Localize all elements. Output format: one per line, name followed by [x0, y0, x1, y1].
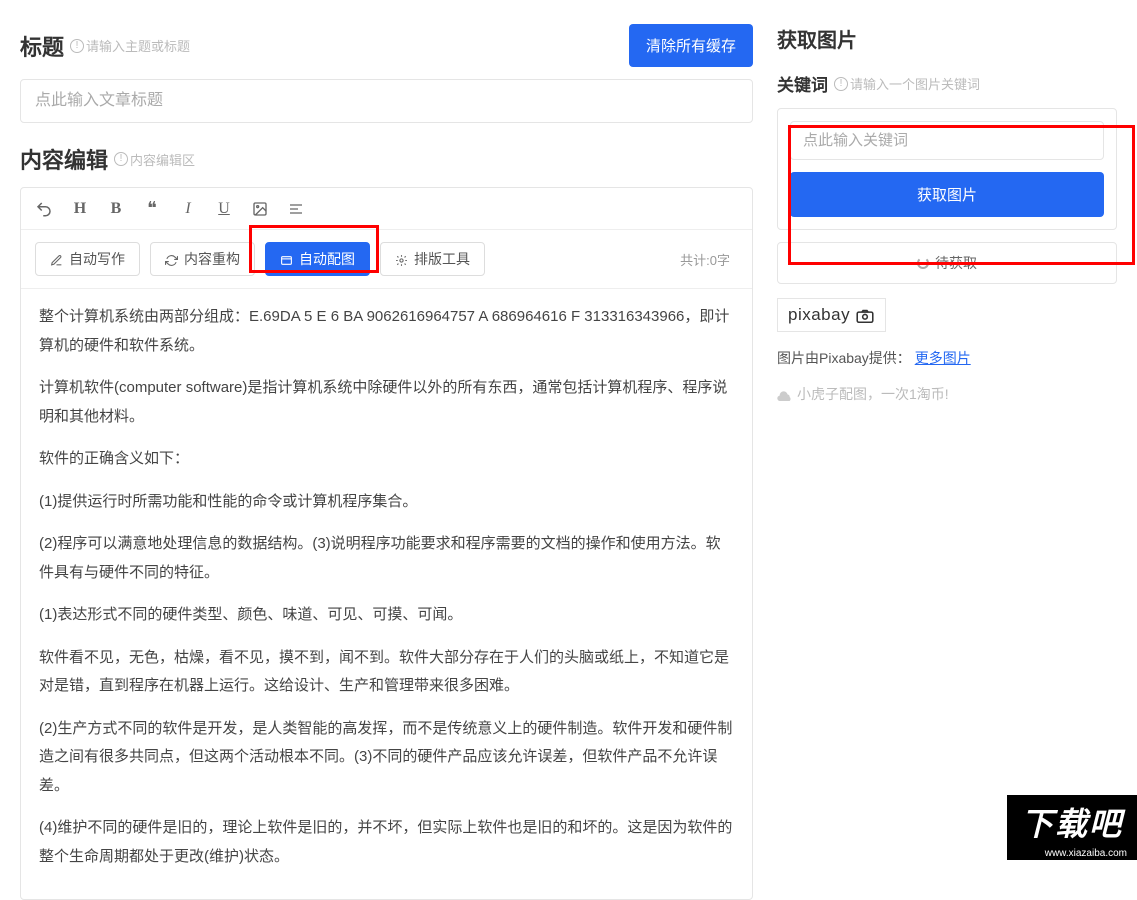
camera-icon: [855, 307, 875, 324]
image-panel-header: 获取图片: [777, 24, 1117, 53]
pixabay-badge: pixabay: [777, 298, 886, 332]
keyword-box: 获取图片: [777, 108, 1117, 230]
editor-content[interactable]: 整个计算机系统由两部分组成：E.69DA 5 E 6 BA 9062616964…: [21, 289, 752, 899]
keyword-label: 关键词: [777, 71, 828, 96]
restructure-label: 内容重构: [184, 249, 240, 269]
underline-icon[interactable]: U: [215, 200, 233, 218]
keyword-hint: 请输入一个图片关键词: [850, 74, 980, 93]
note-line: 小虎子配图，一次1淘币!: [777, 384, 1117, 404]
auto-write-label: 自动写作: [69, 249, 125, 269]
paragraph: 整个计算机系统由两部分组成：E.69DA 5 E 6 BA 9062616964…: [39, 303, 734, 360]
pending-label: 待获取: [935, 253, 977, 273]
editor-section-header: 内容编辑 ! 内容编辑区: [20, 143, 753, 175]
spinner-icon: [917, 257, 929, 269]
action-toolbar: 自动写作 内容重构 自动配图: [21, 230, 752, 289]
paragraph: (2)程序可以满意地处理信息的数据结构。(3)说明程序功能要求和程序需要的文档的…: [39, 530, 734, 587]
keyword-header: 关键词 ! 请输入一个图片关键词: [777, 71, 1117, 96]
title-label: 标题: [20, 30, 64, 62]
restructure-button[interactable]: 内容重构: [150, 242, 255, 276]
info-icon: !: [834, 77, 848, 91]
paragraph: 计算机软件(computer software)是指计算机系统中除硬件以外的所有…: [39, 374, 734, 431]
watermark-text: 下载吧: [1007, 795, 1137, 847]
main-column: 标题 ! 请输入主题或标题 清除所有缓存 内容编辑 ! 内容编辑区 H B ❝ …: [20, 24, 753, 900]
format-toolbar: H B ❝ I U: [21, 188, 752, 230]
keyword-input[interactable]: [790, 121, 1104, 160]
paragraph: 软件的正确含义如下：: [39, 445, 734, 474]
credit-line: 图片由Pixabay提供： 更多图片: [777, 348, 1117, 368]
info-icon: !: [114, 152, 128, 166]
italic-icon[interactable]: I: [179, 200, 197, 218]
paragraph: 软件看不见，无色，枯燥，看不见，摸不到，闻不到。软件大部分存在于人们的头脑或纸上…: [39, 644, 734, 701]
editor-hint: 内容编辑区: [130, 150, 195, 169]
watermark: 下载吧 www.xiazaiba.com: [1007, 795, 1137, 860]
paragraph: (4)维护不同的硬件是旧的，理论上软件是旧的，并不坏，但实际上软件也是旧的和坏的…: [39, 814, 734, 871]
layout-tool-label: 排版工具: [414, 249, 470, 269]
note-text: 小虎子配图，一次1淘币!: [797, 384, 949, 404]
clear-cache-button[interactable]: 清除所有缓存: [629, 24, 753, 67]
image-panel: 获取图片 关键词 ! 请输入一个图片关键词 获取图片 待获取 pixabay 图…: [777, 24, 1117, 900]
auto-write-button[interactable]: 自动写作: [35, 242, 140, 276]
refresh-icon: [165, 251, 178, 266]
undo-icon[interactable]: [35, 199, 53, 217]
watermark-url: www.xiazaiba.com: [1007, 847, 1137, 860]
pending-button[interactable]: 待获取: [777, 242, 1117, 284]
more-images-link[interactable]: 更多图片: [915, 350, 971, 366]
quote-icon[interactable]: ❝: [143, 198, 161, 219]
word-count: 共计:0字: [680, 250, 730, 269]
pixabay-text: pixabay: [788, 305, 850, 324]
auto-image-label: 自动配图: [299, 249, 355, 269]
article-title-input[interactable]: [20, 79, 753, 123]
editor-box: H B ❝ I U 自动写作: [20, 187, 753, 900]
image-icon[interactable]: [251, 200, 269, 218]
align-left-icon[interactable]: [287, 200, 305, 218]
paragraph: (2)生产方式不同的软件是开发，是人类智能的高发挥，而不是传统意义上的硬件制造。…: [39, 715, 734, 801]
title-hint: 请输入主题或标题: [86, 36, 190, 55]
editor-label: 内容编辑: [20, 143, 108, 175]
pencil-icon: [50, 251, 63, 266]
layout-icon: [395, 251, 408, 266]
image-panel-title: 获取图片: [777, 24, 857, 53]
paragraph: (1)表达形式不同的硬件类型、颜色、味道、可见、可摸、可闻。: [39, 601, 734, 630]
image-match-icon: [280, 251, 293, 266]
heading-icon[interactable]: H: [71, 200, 89, 218]
bold-icon[interactable]: B: [107, 200, 125, 218]
auto-image-button[interactable]: 自动配图: [265, 242, 370, 276]
layout-tool-button[interactable]: 排版工具: [380, 242, 485, 276]
paragraph: (1)提供运行时所需功能和性能的命令或计算机程序集合。: [39, 488, 734, 517]
credit-prefix: 图片由Pixabay提供：: [777, 350, 911, 366]
fetch-image-button[interactable]: 获取图片: [790, 172, 1104, 217]
title-section-header: 标题 ! 请输入主题或标题 清除所有缓存: [20, 24, 753, 67]
cloud-icon: [777, 386, 793, 402]
info-icon: !: [70, 39, 84, 53]
